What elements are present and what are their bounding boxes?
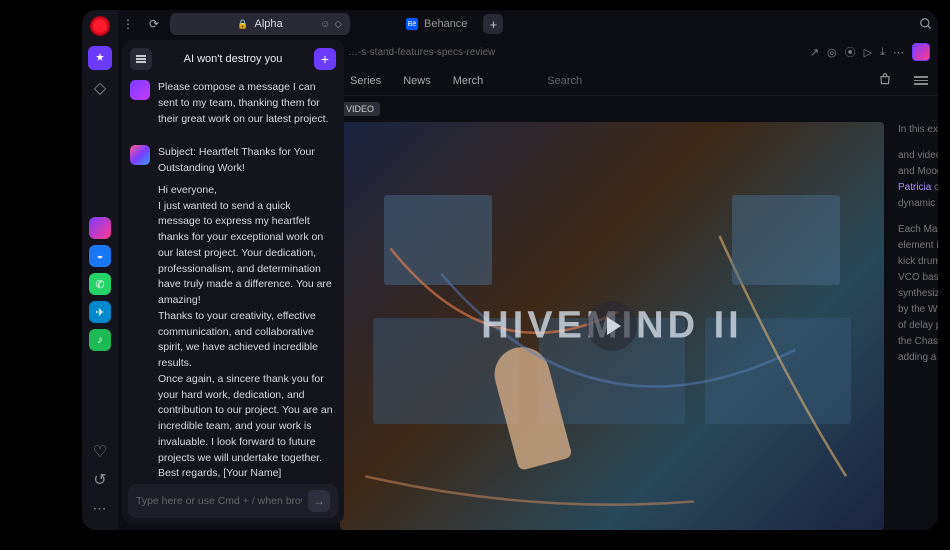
article-text: In this exp and video and Moog Patricia … bbox=[898, 96, 938, 530]
chat-message-ai: Subject: Heartfelt Thanks for Your Outst… bbox=[130, 145, 336, 484]
nav-item-merch[interactable]: Merch bbox=[453, 75, 484, 87]
search-input[interactable]: Search bbox=[547, 75, 582, 87]
site-menu-icon[interactable] bbox=[914, 76, 928, 85]
ai-body-3: Once again, a sincere thank you for your… bbox=[158, 372, 336, 467]
send-button[interactable]: → bbox=[308, 490, 330, 512]
play-small-icon[interactable]: ▷ bbox=[864, 46, 872, 59]
tab-label: Behance bbox=[424, 18, 467, 30]
camera-icon[interactable]: ◎ bbox=[827, 46, 837, 59]
diamond-icon[interactable]: ◇ bbox=[88, 76, 112, 100]
ai-avatar-icon bbox=[130, 145, 150, 165]
left-rail: ◇ ◒ ✆ ✈ ♪ ♡ ↺ ⋯ bbox=[82, 10, 118, 530]
ai-tab-button[interactable] bbox=[88, 46, 112, 70]
opera-logo-icon[interactable] bbox=[90, 16, 110, 36]
telegram-app-icon[interactable]: ✈ bbox=[89, 301, 111, 323]
ai-greeting: Hi everyone, bbox=[158, 183, 336, 199]
ai-app-icon[interactable] bbox=[89, 217, 111, 239]
ai-body-1: I just wanted to send a quick message to… bbox=[158, 199, 336, 309]
video-section: VIDEO HIVEMIND II bbox=[340, 96, 884, 530]
tab-label: Alpha bbox=[255, 18, 283, 30]
user-avatar-icon bbox=[130, 80, 150, 100]
video-player[interactable]: HIVEMIND II bbox=[340, 122, 884, 530]
pin-icon[interactable]: ◇ bbox=[334, 19, 342, 30]
page-main: VIDEO HIVEMIND II In this exp and video … bbox=[340, 96, 938, 530]
ai-signoff: Best regards, [Your Name] bbox=[158, 466, 336, 482]
new-chat-button[interactable]: + bbox=[314, 48, 336, 70]
tab-bar: ⋮ ⟳ 🔒 Alpha ☺ ◇ Bē Behance + bbox=[118, 10, 938, 38]
ai-body-2: Thanks to your creativity, effective com… bbox=[158, 309, 336, 372]
site-nav: Series News Merch Search bbox=[340, 66, 938, 96]
ai-subject: Subject: Heartfelt Thanks for Your Outst… bbox=[158, 145, 336, 177]
share-icon[interactable]: ↗ bbox=[810, 46, 819, 59]
more-icon[interactable]: ⋯ bbox=[88, 496, 112, 520]
smile-icon[interactable]: ☺ bbox=[320, 19, 330, 30]
play-button-icon[interactable] bbox=[587, 301, 637, 351]
url-bar-row: …-s-stand-features-specs-review ↗ ◎ ⦿ ▷ … bbox=[340, 40, 938, 64]
messenger-app-icon[interactable]: ◒ bbox=[89, 245, 111, 267]
history-icon[interactable]: ↺ bbox=[88, 468, 112, 492]
heart-icon[interactable]: ♡ bbox=[88, 440, 112, 464]
ai-sidebar: AI won't destroy you + Please compose a … bbox=[122, 40, 344, 524]
spotify-app-icon[interactable]: ♪ bbox=[89, 329, 111, 351]
whatsapp-app-icon[interactable]: ✆ bbox=[89, 273, 111, 295]
ai-conversation-title: AI won't destroy you bbox=[158, 53, 308, 65]
nav-item-series[interactable]: Series bbox=[350, 75, 381, 87]
ai-menu-icon[interactable] bbox=[130, 48, 152, 70]
add-tab-button[interactable]: + bbox=[483, 14, 503, 34]
tab-menu-icon[interactable]: ⋮ bbox=[118, 14, 138, 34]
user-message-text: Please compose a message I can sent to m… bbox=[158, 80, 336, 127]
chat-thread: Please compose a message I can sent to m… bbox=[128, 72, 338, 484]
lock-icon: 🔒 bbox=[237, 19, 248, 30]
reload-icon[interactable]: ⟳ bbox=[144, 14, 164, 34]
tab-behance[interactable]: Bē Behance bbox=[396, 13, 477, 35]
tab-alpha[interactable]: 🔒 Alpha ☺ ◇ bbox=[170, 13, 350, 35]
bag-icon[interactable] bbox=[878, 72, 892, 89]
chat-input-row: → bbox=[128, 484, 338, 518]
url-display[interactable]: …-s-stand-features-specs-review bbox=[348, 47, 495, 58]
chat-input[interactable] bbox=[136, 495, 302, 507]
ai-header: AI won't destroy you + bbox=[128, 46, 338, 72]
download-icon[interactable]: ⤓ bbox=[880, 46, 885, 59]
video-badge: VIDEO bbox=[340, 102, 380, 116]
nav-item-news[interactable]: News bbox=[403, 75, 431, 87]
target-icon[interactable]: ⦿ bbox=[845, 44, 856, 60]
chat-message-user: Please compose a message I can sent to m… bbox=[130, 80, 336, 133]
behance-favicon-icon: Bē bbox=[406, 18, 418, 30]
global-search-icon[interactable] bbox=[914, 12, 938, 36]
profile-avatar[interactable] bbox=[912, 43, 930, 61]
more-page-icon[interactable]: ⋯ bbox=[893, 46, 904, 59]
